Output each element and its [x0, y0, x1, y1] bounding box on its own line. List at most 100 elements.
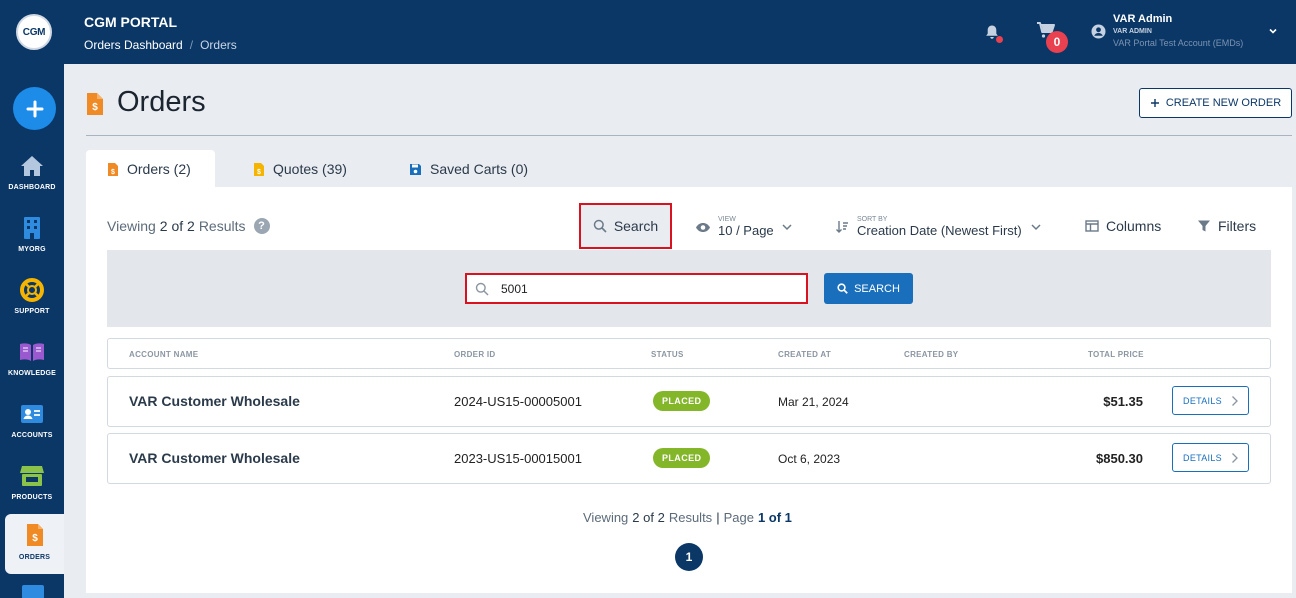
sidebar-item-label: PRODUCTS — [11, 494, 53, 501]
user-role: VAR ADMIN — [1113, 28, 1152, 35]
sidebar-item-label: SUPPORT — [14, 308, 50, 315]
sidebar-item-label: ACCOUNTS — [11, 432, 53, 439]
view-per-page-select[interactable]: VIEW 10 / Page — [695, 216, 793, 238]
svg-text:$: $ — [111, 169, 115, 176]
logo-text: CGM — [22, 26, 46, 38]
column-header-status[interactable]: STATUS — [651, 350, 684, 359]
user-account: VAR Portal Test Account (EMDs) — [1113, 38, 1244, 48]
lifebuoy-icon — [20, 278, 44, 302]
search-input[interactable] — [501, 281, 771, 296]
user-icon[interactable] — [1091, 24, 1106, 39]
status-badge: PLACED — [653, 391, 711, 411]
plus-icon — [1150, 99, 1159, 107]
sidebar-item-knowledge[interactable]: KNOWLEDGE — [0, 332, 64, 392]
details-button[interactable]: DETAILS — [1172, 443, 1249, 472]
view-small-label: VIEW — [718, 216, 736, 223]
search-submit-button[interactable]: SEARCH — [824, 273, 913, 304]
chevron-right-icon — [1232, 395, 1238, 406]
footer-page-value: 1 of 1 — [757, 510, 792, 525]
table-row: VAR Customer Wholesale 2023-US15-0001500… — [107, 433, 1271, 484]
sidebar-item-label: MYORG — [18, 246, 46, 253]
search-icon — [475, 282, 489, 296]
viewing-prefix: Viewing — [107, 218, 156, 234]
quote-icon: $ — [254, 162, 264, 176]
sidebar-item-label: ORDERS — [18, 554, 51, 561]
details-button[interactable]: DETAILS — [1172, 386, 1249, 415]
sort-by-select[interactable]: SORT BY Creation Date (Newest First) — [835, 216, 1042, 238]
columns-icon — [1085, 220, 1099, 232]
column-header-created-by[interactable]: CREATED BY — [904, 350, 958, 359]
order-id: 2023-US15-00015001 — [454, 451, 582, 466]
plus-icon — [26, 100, 43, 117]
search-icon — [837, 283, 848, 294]
create-new-order-button[interactable]: CREATE NEW ORDER — [1139, 88, 1292, 118]
sidebar: DASHBOARD MYORG SUPPORT KNOWLEDGE ACCOUN… — [0, 64, 64, 598]
tab-label: Saved Carts (0) — [430, 161, 529, 177]
footer-page-prefix: Page — [723, 510, 754, 525]
sidebar-item-dashboard[interactable]: DASHBOARD — [0, 146, 64, 206]
created-at: Mar 21, 2024 — [778, 395, 849, 409]
sidebar-item-label: DASHBOARD — [8, 184, 56, 191]
chevron-down-icon[interactable] — [1268, 27, 1278, 35]
columns-label: Columns — [1106, 218, 1162, 234]
tab-label: Orders (2) — [127, 161, 191, 177]
pagination-page-button[interactable]: 1 — [675, 543, 703, 571]
sidebar-item-myorg[interactable]: MYORG — [0, 208, 64, 268]
store-icon — [20, 466, 44, 486]
sort-icon — [836, 221, 848, 233]
filters-label: Filters — [1218, 218, 1257, 234]
help-icon[interactable]: ? — [253, 218, 270, 234]
tab-orders[interactable]: $ Orders (2) — [86, 150, 215, 188]
sidebar-item-accounts[interactable]: ACCOUNTS — [0, 394, 64, 454]
notification-dot — [996, 36, 1003, 43]
sidebar-item-orders[interactable]: $ ORDERS — [5, 514, 64, 574]
search-toggle-button[interactable]: Search — [579, 203, 672, 249]
invoice-icon: $ — [26, 524, 43, 546]
tab-label: Quotes (39) — [273, 161, 347, 177]
top-bar: CGM CGM PORTAL Orders Dashboard / Orders… — [0, 0, 1296, 64]
cart-count-badge: 0 — [1046, 31, 1068, 53]
columns-button[interactable]: Columns — [1085, 218, 1161, 234]
sidebar-item-support[interactable]: SUPPORT — [0, 270, 64, 330]
add-button[interactable] — [13, 87, 56, 130]
sidebar-item-label: KNOWLEDGE — [7, 370, 57, 377]
chevron-down-icon — [1031, 224, 1041, 231]
user-name[interactable]: VAR Admin — [1113, 13, 1172, 25]
page-title: Orders — [117, 86, 206, 118]
column-header-account-name[interactable]: ACCOUNT NAME — [129, 350, 198, 359]
breadcrumb-current: Orders — [200, 38, 237, 52]
search-icon — [593, 219, 607, 233]
building-icon — [24, 217, 40, 239]
order-id: 2024-US15-00005001 — [454, 394, 582, 409]
column-header-order-id[interactable]: ORDER ID — [454, 350, 496, 359]
results-summary: Viewing 2 of 2 Results ? — [107, 218, 270, 234]
sidebar-item-products[interactable]: PRODUCTS — [0, 456, 64, 516]
book-icon — [20, 343, 44, 361]
breadcrumb-separator: / — [189, 38, 194, 52]
filters-button[interactable]: Filters — [1197, 218, 1256, 234]
svg-text:$: $ — [257, 169, 261, 176]
eye-icon — [696, 222, 710, 232]
tab-quotes[interactable]: $ Quotes (39) — [253, 150, 347, 188]
search-field[interactable] — [465, 273, 808, 304]
footer-separator: | — [716, 510, 720, 525]
newspaper-icon[interactable] — [22, 585, 44, 598]
viewing-suffix: Results — [198, 218, 246, 234]
sort-small-label: SORT BY — [857, 216, 888, 223]
breadcrumb-orders-dashboard[interactable]: Orders Dashboard — [84, 38, 183, 52]
footer-viewing-count: 2 of 2 — [632, 510, 665, 525]
portal-title: CGM PORTAL — [84, 14, 178, 30]
created-at: Oct 6, 2023 — [778, 452, 841, 466]
viewing-count: 2 of 2 — [159, 218, 195, 234]
cgm-logo[interactable]: CGM — [16, 14, 52, 50]
svg-text:$: $ — [32, 533, 38, 544]
view-value: 10 / Page — [718, 223, 774, 238]
orders-page-icon: $ — [87, 93, 103, 115]
column-header-created-at[interactable]: CREATED AT — [778, 350, 831, 359]
column-header-total-price[interactable]: TOTAL PRICE — [1088, 350, 1144, 359]
save-icon — [410, 163, 421, 175]
sort-value: Creation Date (Newest First) — [857, 223, 1022, 238]
invoice-icon: $ — [108, 162, 118, 176]
tab-saved-carts[interactable]: Saved Carts (0) — [409, 150, 528, 188]
create-new-order-label: CREATE NEW ORDER — [1165, 97, 1282, 109]
